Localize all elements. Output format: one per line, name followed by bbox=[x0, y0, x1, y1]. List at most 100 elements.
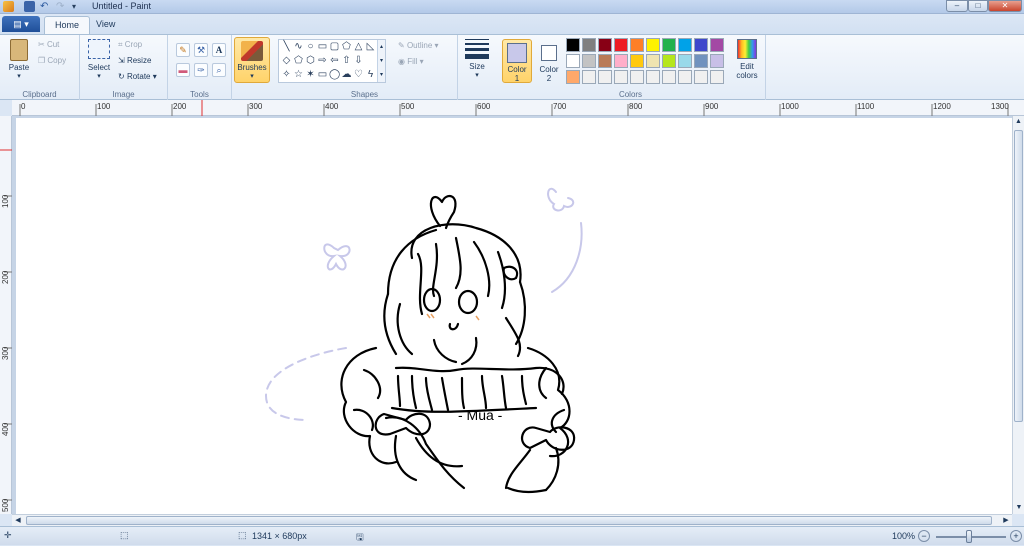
scroll-up-arrow[interactable]: ▲ bbox=[1013, 116, 1024, 128]
tab-view[interactable]: View bbox=[86, 16, 125, 34]
palette-swatch[interactable] bbox=[614, 38, 628, 52]
ribbon: Paste ▾ ✂ Cut ❐ Copy Clipboard Select ▾ … bbox=[0, 34, 1024, 100]
text-icon[interactable]: A bbox=[212, 43, 226, 57]
magnifier-icon[interactable]: ⌕ bbox=[212, 63, 226, 77]
right-arrow-shape-icon[interactable]: ⇨ bbox=[317, 56, 328, 66]
cut-button[interactable]: ✂ Cut bbox=[38, 40, 59, 49]
shapes-scroll[interactable]: ▴ ▾ ▾ bbox=[377, 40, 385, 82]
shapes-gallery[interactable]: ╲ ∿ ○ ▭ ▢ ⬠ △ ◺ ◇ ⬠ ⬡ ⇨ ⇦ ⇧ ⇩ ✧ ☆ ✶ ▭ ◯ … bbox=[278, 39, 386, 83]
copy-button[interactable]: ❐ Copy bbox=[38, 56, 66, 65]
palette-swatch[interactable] bbox=[598, 54, 612, 68]
heart-shape-icon[interactable]: ♡ bbox=[353, 70, 364, 80]
rectangle-shape-icon[interactable]: ▭ bbox=[317, 42, 328, 52]
line-shape-icon[interactable]: ╲ bbox=[281, 42, 292, 52]
palette-swatch[interactable] bbox=[630, 70, 644, 84]
tab-home[interactable]: Home bbox=[44, 16, 91, 34]
lightning-shape-icon[interactable]: ϟ bbox=[365, 70, 376, 80]
palette-swatch[interactable] bbox=[678, 38, 692, 52]
curve-shape-icon[interactable]: ∿ bbox=[293, 42, 304, 52]
color-picker-icon[interactable]: ✑ bbox=[194, 63, 208, 77]
save-icon[interactable] bbox=[24, 1, 35, 12]
diamond-shape-icon[interactable]: ◇ bbox=[281, 56, 292, 66]
horizontal-scrollbar[interactable]: ◀ ▶ bbox=[12, 514, 1012, 526]
palette-swatch[interactable] bbox=[646, 70, 660, 84]
maximize-button[interactable]: □ bbox=[968, 0, 988, 12]
fill-bucket-icon[interactable]: ⚒ bbox=[194, 43, 208, 57]
fill-button[interactable]: ◉ Fill ▾ bbox=[398, 57, 424, 66]
customize-quick-access-icon[interactable]: ▾ bbox=[72, 1, 83, 12]
zoom-out-button[interactable]: − bbox=[918, 530, 930, 542]
crop-button[interactable]: ⌗ Crop bbox=[118, 40, 142, 50]
horizontal-scroll-thumb[interactable] bbox=[26, 516, 992, 525]
minimize-button[interactable]: – bbox=[946, 0, 968, 12]
palette-swatch[interactable] bbox=[614, 54, 628, 68]
scroll-down-arrow[interactable]: ▼ bbox=[1013, 502, 1024, 514]
cloud-callout-icon[interactable]: ☁ bbox=[341, 70, 352, 80]
select-label: Select bbox=[87, 63, 111, 72]
color1-button[interactable]: Color 1 bbox=[502, 39, 532, 83]
color2-button[interactable]: Color 2 bbox=[536, 39, 562, 83]
hexagon-shape-icon[interactable]: ⬡ bbox=[305, 56, 316, 66]
brushes-button[interactable]: Brushes ▾ bbox=[234, 37, 270, 83]
palette-swatch[interactable] bbox=[582, 70, 596, 84]
six-point-star-icon[interactable]: ✶ bbox=[305, 70, 316, 80]
palette-swatch[interactable] bbox=[710, 70, 724, 84]
oval-callout-icon[interactable]: ◯ bbox=[329, 70, 340, 80]
rotate-button[interactable]: ↻ Rotate ▾ bbox=[118, 72, 157, 81]
palette-swatch[interactable] bbox=[566, 38, 580, 52]
oval-shape-icon[interactable]: ○ bbox=[305, 42, 316, 52]
palette-swatch[interactable] bbox=[614, 70, 628, 84]
palette-swatch[interactable] bbox=[710, 38, 724, 52]
palette-swatch[interactable] bbox=[646, 54, 660, 68]
triangle-shape-icon[interactable]: △ bbox=[353, 42, 364, 52]
redo-icon[interactable]: ↷ bbox=[56, 1, 67, 12]
zoom-in-button[interactable]: + bbox=[1010, 530, 1022, 542]
undo-icon[interactable]: ↶ bbox=[40, 1, 51, 12]
right-triangle-shape-icon[interactable]: ◺ bbox=[365, 42, 376, 52]
palette-swatch[interactable] bbox=[662, 54, 676, 68]
palette-swatch[interactable] bbox=[646, 38, 660, 52]
palette-swatch[interactable] bbox=[694, 54, 708, 68]
palette-swatch[interactable] bbox=[566, 54, 580, 68]
tools-group: ✎ ⚒ A ▬ ✑ ⌕ Tools bbox=[168, 35, 232, 100]
paste-button[interactable]: Paste ▾ bbox=[4, 39, 34, 80]
vertical-scrollbar[interactable]: ▲ ▼ bbox=[1012, 116, 1024, 514]
palette-swatch[interactable] bbox=[582, 38, 596, 52]
down-arrow-shape-icon[interactable]: ⇩ bbox=[353, 56, 364, 66]
paint-menu-button[interactable]: ▤ ▾ bbox=[2, 16, 40, 32]
edit-colors-button[interactable]: Edit colors bbox=[732, 39, 762, 80]
canvas-dimensions: 1341 × 680px bbox=[252, 531, 307, 541]
palette-swatch[interactable] bbox=[630, 38, 644, 52]
close-button[interactable]: ✕ bbox=[988, 0, 1022, 12]
resize-button[interactable]: ⇲ Resize bbox=[118, 56, 151, 65]
polygon-shape-icon[interactable]: ⬠ bbox=[341, 42, 352, 52]
vertical-scroll-thumb[interactable] bbox=[1014, 130, 1023, 422]
palette-swatch[interactable] bbox=[662, 70, 676, 84]
four-point-star-icon[interactable]: ✧ bbox=[281, 70, 292, 80]
pentagon-shape-icon[interactable]: ⬠ bbox=[293, 56, 304, 66]
zoom-level: 100% bbox=[892, 531, 916, 541]
outline-button[interactable]: ✎ Outline ▾ bbox=[398, 41, 439, 50]
palette-swatch[interactable] bbox=[598, 70, 612, 84]
palette-swatch[interactable] bbox=[566, 70, 580, 84]
zoom-slider-thumb[interactable] bbox=[966, 530, 972, 543]
rounded-rectangle-shape-icon[interactable]: ▢ bbox=[329, 42, 340, 52]
size-button[interactable]: Size ▾ bbox=[462, 39, 492, 79]
up-arrow-shape-icon[interactable]: ⇧ bbox=[341, 56, 352, 66]
palette-swatch[interactable] bbox=[678, 54, 692, 68]
palette-swatch[interactable] bbox=[710, 54, 724, 68]
palette-swatch[interactable] bbox=[662, 38, 676, 52]
palette-swatch[interactable] bbox=[678, 70, 692, 84]
palette-swatch[interactable] bbox=[582, 54, 596, 68]
drawing-canvas[interactable]: - Mua - bbox=[16, 118, 1012, 514]
five-point-star-icon[interactable]: ☆ bbox=[293, 70, 304, 80]
pencil-icon[interactable]: ✎ bbox=[176, 43, 190, 57]
palette-swatch[interactable] bbox=[694, 38, 708, 52]
eraser-icon[interactable]: ▬ bbox=[176, 63, 190, 77]
rect-callout-icon[interactable]: ▭ bbox=[317, 70, 328, 80]
select-button[interactable]: Select ▾ bbox=[84, 39, 114, 80]
left-arrow-shape-icon[interactable]: ⇦ bbox=[329, 56, 340, 66]
palette-swatch[interactable] bbox=[694, 70, 708, 84]
palette-swatch[interactable] bbox=[598, 38, 612, 52]
palette-swatch[interactable] bbox=[630, 54, 644, 68]
